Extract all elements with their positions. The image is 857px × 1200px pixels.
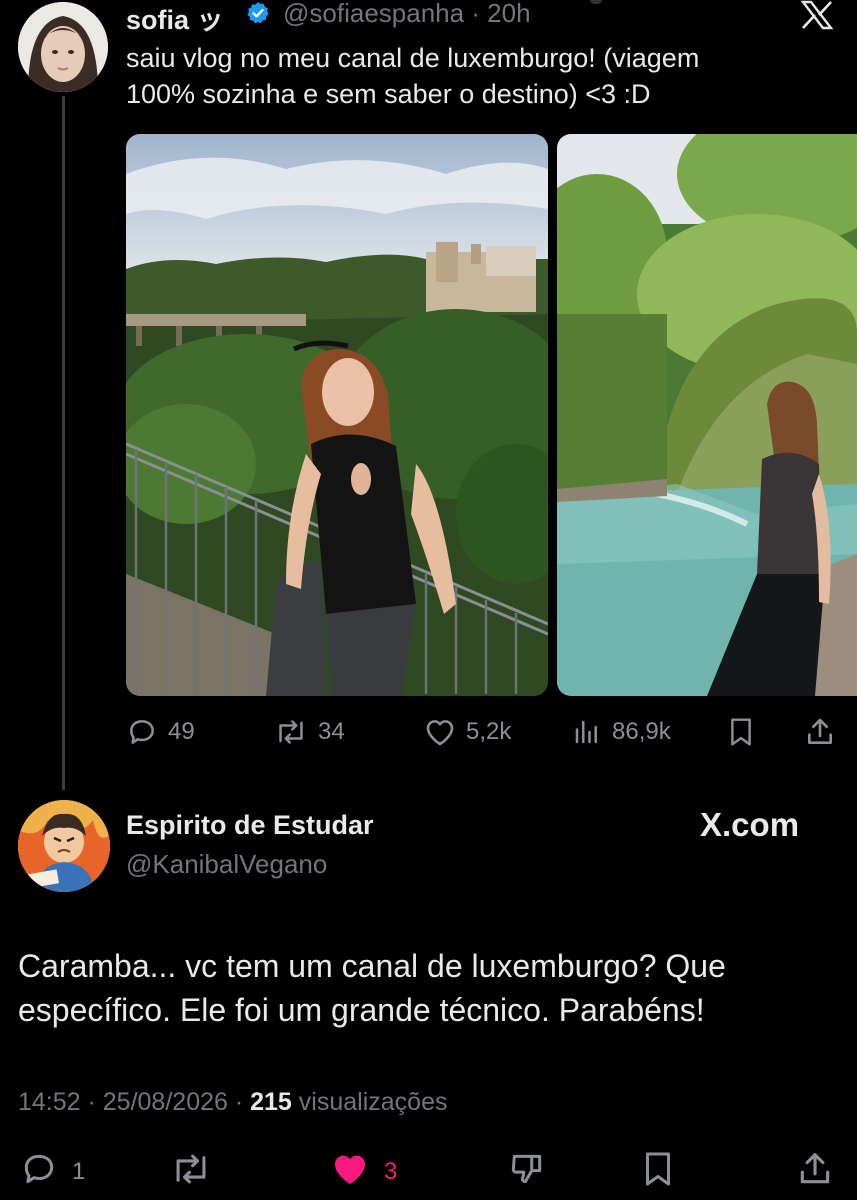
handle[interactable]: @KanibalVegano — [126, 849, 327, 880]
thumbs-down-icon — [508, 1150, 546, 1195]
thread-line — [62, 96, 65, 790]
xcom-watermark: X.com — [700, 806, 800, 843]
handle-and-time[interactable]: @sofiaespanha · 20h — [283, 0, 531, 29]
views-button[interactable]: 86,9k — [572, 712, 671, 752]
header-fragment — [590, 0, 602, 4]
repost-button[interactable]: 34 — [274, 712, 345, 752]
display-name[interactable]: Espirito de Estudar — [126, 810, 374, 841]
analytics-icon — [572, 717, 602, 747]
reply-action-bar: 1 3 — [18, 1150, 838, 1194]
heart-icon — [424, 717, 456, 747]
tweet-action-bar: 49 34 5,2k 86,9k — [126, 712, 838, 752]
photo-waterfall-pool[interactable] — [557, 134, 857, 696]
bookmark-icon — [726, 716, 756, 748]
tweet-text: saiu vlog no meu canal de luxemburgo! (v… — [126, 43, 700, 109]
repost-button[interactable] — [170, 1150, 212, 1194]
x-logo-icon — [800, 0, 834, 30]
repost-count: 34 — [318, 718, 345, 745]
like-count: 3 — [384, 1158, 398, 1185]
views-count: 86,9k — [612, 718, 671, 745]
share-icon — [804, 716, 836, 748]
tweet-meta: 14:52 · 25/08/2026 · 215 visualizações — [18, 1088, 447, 1117]
bookmark-button[interactable] — [726, 712, 756, 752]
share-button[interactable] — [796, 1150, 834, 1194]
dislike-button[interactable] — [508, 1150, 546, 1194]
reply-button[interactable]: 1 — [20, 1150, 85, 1194]
like-count: 5,2k — [466, 718, 512, 745]
timestamp[interactable]: 14:52 · 25/08/2026 · — [18, 1088, 243, 1116]
avatar[interactable] — [18, 800, 110, 892]
photo-luxembourg-viewpoint[interactable] — [126, 134, 548, 696]
share-button[interactable] — [804, 712, 836, 752]
views-label: visualizações — [298, 1088, 448, 1116]
share-icon — [796, 1150, 834, 1195]
reply-text: Caramba... vc tem um canal de luxemburgo… — [18, 948, 726, 1028]
bookmark-button[interactable] — [640, 1150, 676, 1194]
views-count: 215 — [250, 1088, 292, 1116]
reply-icon — [20, 1150, 58, 1195]
avatar[interactable] — [18, 2, 108, 92]
verified-badge-icon — [246, 1, 270, 25]
repost-icon — [274, 717, 308, 747]
like-button[interactable]: 3 — [330, 1150, 397, 1194]
repost-icon — [170, 1151, 212, 1194]
reply-count: 49 — [168, 718, 195, 745]
bookmark-icon — [640, 1149, 676, 1196]
heart-filled-icon — [330, 1150, 370, 1195]
reply-count: 1 — [72, 1158, 86, 1185]
like-button[interactable]: 5,2k — [424, 712, 511, 752]
display-name[interactable]: sofia ッ — [126, 0, 224, 37]
reply-button[interactable]: 49 — [126, 712, 195, 752]
reply-icon — [126, 716, 158, 748]
